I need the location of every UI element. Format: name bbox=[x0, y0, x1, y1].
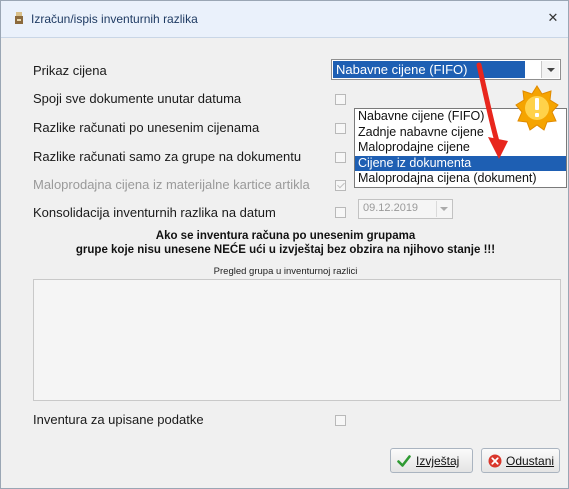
odustani-label: Odustani bbox=[506, 454, 555, 468]
app-icon bbox=[15, 12, 23, 24]
pregled-grupa-list[interactable] bbox=[33, 279, 561, 401]
inventura-label: Inventura za upisane podatke bbox=[33, 412, 204, 427]
option-maloprodajna-dokument[interactable]: Maloprodajna cijena (dokument) bbox=[355, 171, 566, 187]
spoji-checkbox[interactable] bbox=[335, 94, 346, 105]
note-line-1: Ako se inventura računa po unesenim grup… bbox=[155, 230, 416, 242]
dialog-window: Izračun/ispis inventurnih razlika ✕ Prik… bbox=[0, 0, 569, 489]
konsolidacija-checkbox[interactable] bbox=[335, 207, 346, 218]
option-maloprodajne[interactable]: Maloprodajne cijene bbox=[355, 140, 566, 156]
konsolidacija-label: Konsolidacija inventurnih razlika na dat… bbox=[33, 205, 276, 220]
razlike-grupe-checkbox[interactable] bbox=[335, 152, 346, 163]
razlike-unesenim-checkbox[interactable] bbox=[335, 123, 346, 134]
maloprodajna-kartica-checkbox bbox=[335, 180, 346, 191]
close-icon[interactable]: ✕ bbox=[544, 9, 562, 27]
prikaz-cijena-label: Prikaz cijena bbox=[33, 63, 107, 78]
chevron-down-icon[interactable] bbox=[541, 61, 559, 78]
cancel-icon bbox=[488, 454, 502, 468]
option-cijene-iz-dokumenta[interactable]: Cijene iz dokumenta bbox=[355, 155, 566, 171]
window-title: Izračun/ispis inventurnih razlika bbox=[31, 12, 198, 26]
note-line-2: grupe koje nisu unesene NEĆE ući u izvje… bbox=[75, 244, 496, 256]
razlike-grupe-label: Razlike računati samo za grupe na dokume… bbox=[33, 149, 302, 164]
date-dropdown-icon bbox=[436, 201, 451, 217]
checkmark-icon bbox=[397, 455, 411, 467]
spoji-label: Spoji sve dokumente unutar datuma bbox=[33, 91, 242, 106]
izvjestaj-button[interactable]: Izvještaj bbox=[390, 448, 473, 473]
odustani-button[interactable]: Odustani bbox=[481, 448, 560, 473]
izvjestaj-label: Izvještaj bbox=[416, 454, 460, 468]
konsolidacija-date-field: 09.12.2019 bbox=[358, 199, 453, 219]
inventura-checkbox[interactable] bbox=[335, 415, 346, 426]
maloprodajna-kartica-label: Maloprodajna cijena iz materijalne karti… bbox=[33, 177, 310, 192]
warning-icon bbox=[515, 85, 559, 131]
konsolidacija-date-value: 09.12.2019 bbox=[363, 202, 419, 214]
pregled-grupa-caption: Pregled grupa u inventurnoj razlici bbox=[213, 266, 358, 277]
title-bar[interactable]: Izračun/ispis inventurnih razlika ✕ bbox=[1, 1, 568, 38]
razlike-unesenim-label: Razlike računati po unesenim cijenama bbox=[33, 120, 260, 135]
